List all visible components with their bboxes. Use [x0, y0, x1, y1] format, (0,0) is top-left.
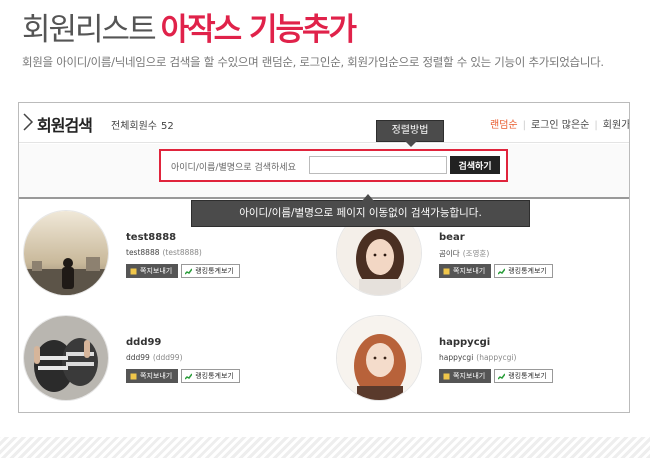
avatar[interactable] [23, 315, 109, 401]
page-description: 회원을 아이디/이름/닉네임으로 검색을 할 수있으며 랜덤순, 로그인순, 회… [22, 55, 604, 69]
member-id: 곰이다 (조영훈) [439, 248, 489, 259]
sort-login-link[interactable]: 로그인 많은순 [526, 120, 594, 131]
member-search-panel: 회원검색 전체회원수 52 랜덤순|로그인 많은순|회원가입순 아이디/이름/별명… [18, 102, 630, 413]
avatar[interactable] [336, 315, 422, 401]
search-input[interactable] [309, 156, 447, 174]
member-name[interactable]: ddd99 [126, 337, 161, 348]
search-area: 아이디/이름/별명으로 검색하세요 검색하기 [19, 144, 629, 199]
ranking-stats-label: 랭킹통계보기 [195, 372, 234, 380]
silhouette-city-photo [24, 211, 108, 295]
panel-header: 회원검색 전체회원수 52 랜덤순|로그인 많은순|회원가입순 [19, 103, 629, 143]
search-tooltip: 아이디/이름/별명으로 페이지 이동없이 검색가능합니다. [191, 194, 530, 227]
note-icon [443, 268, 450, 274]
search-label: 아이디/이름/별명으로 검색하세요 [171, 163, 296, 173]
member-name[interactable]: happycgi [439, 337, 490, 348]
member-card: ddd99 ddd99 (ddd99) 쪽지보내기 랭킹통계보기 [23, 315, 323, 412]
note-icon [130, 268, 137, 274]
sort-signup-link[interactable]: 회원가입순 [598, 120, 629, 131]
member-id: ddd99 (ddd99) [126, 353, 183, 362]
member-actions: 쪽지보내기 랭킹통계보기 [439, 264, 553, 278]
member-real-name: (test8888) [162, 248, 202, 257]
member-count-value: 52 [161, 121, 174, 132]
send-message-button[interactable]: 쪽지보내기 [126, 369, 179, 383]
search-tooltip-text: 아이디/이름/별명으로 페이지 이동없이 검색가능합니다. [239, 207, 482, 219]
chart-icon [498, 268, 506, 275]
ranking-stats-label: 랭킹통계보기 [508, 372, 547, 380]
ranking-stats-button[interactable]: 랭킹통계보기 [181, 264, 240, 278]
member-actions: 쪽지보내기 랭킹통계보기 [439, 369, 553, 383]
member-count: 전체회원수 52 [111, 117, 174, 132]
tooltip-pointer [362, 194, 374, 201]
chart-icon [185, 373, 193, 380]
member-id-value: happycgi [439, 353, 474, 362]
search-button[interactable]: 검색하기 [450, 156, 500, 174]
send-message-label: 쪽지보내기 [453, 372, 486, 380]
sort-random-link[interactable]: 랜덤순 [485, 120, 523, 131]
search-highlight-frame: 아이디/이름/별명으로 검색하세요 검색하기 [159, 149, 508, 182]
member-count-label: 전체회원수 [111, 121, 157, 132]
gloved-hands-photo [24, 316, 108, 400]
member-card: happycgi happycgi (happycgi) 쪽지보내기 랭킹통계보기 [336, 315, 629, 412]
sort-options: 랜덤순|로그인 많은순|회원가입순 [485, 116, 629, 131]
avatar[interactable] [23, 210, 109, 296]
note-icon [130, 373, 137, 379]
sort-method-tooltip-text: 정렬방법 [391, 125, 429, 136]
send-message-button[interactable]: 쪽지보내기 [439, 264, 492, 278]
member-id-value: test8888 [126, 248, 160, 257]
page-title: 회원리스트 아작스 기능추가 [22, 4, 357, 49]
ranking-stats-button[interactable]: 랭킹통계보기 [494, 264, 553, 278]
red-hair-woman-photo [337, 316, 421, 400]
note-icon [443, 373, 450, 379]
ranking-stats-label: 랭킹통계보기 [195, 267, 234, 275]
ranking-stats-button[interactable]: 랭킹통계보기 [181, 369, 240, 383]
member-id: test8888 (test8888) [126, 248, 202, 257]
member-name[interactable]: test8888 [126, 232, 176, 243]
member-id-value: ddd99 [126, 353, 150, 362]
chart-icon [185, 268, 193, 275]
panel-title: 회원검색 [37, 116, 93, 135]
page-title-plain: 회원리스트 [22, 12, 157, 48]
ranking-stats-button[interactable]: 랭킹통계보기 [494, 369, 553, 383]
send-message-label: 쪽지보내기 [140, 267, 173, 275]
member-actions: 쪽지보내기 랭킹통계보기 [126, 264, 240, 278]
member-name[interactable]: bear [439, 232, 465, 243]
chart-icon [498, 373, 506, 380]
send-message-button[interactable]: 쪽지보내기 [439, 369, 492, 383]
member-id-value: 곰이다 [439, 249, 460, 258]
member-list: test8888 test8888 (test8888) 쪽지보내기 랭킹통계보기 [19, 200, 629, 412]
tooltip-pointer [405, 141, 417, 147]
page-title-accent: 아작스 기능추가 [160, 12, 357, 48]
member-real-name: (happycgi) [476, 353, 517, 362]
decorative-divider [0, 437, 650, 458]
member-real-name: (ddd99) [152, 353, 183, 362]
send-message-button[interactable]: 쪽지보내기 [126, 264, 179, 278]
member-actions: 쪽지보내기 랭킹통계보기 [126, 369, 240, 383]
chevron-right-icon [23, 113, 34, 131]
member-id: happycgi (happycgi) [439, 353, 516, 362]
send-message-label: 쪽지보내기 [453, 267, 486, 275]
member-real-name: (조영훈) [462, 249, 490, 258]
sort-method-tooltip: 정렬방법 [376, 120, 444, 147]
send-message-label: 쪽지보내기 [140, 372, 173, 380]
ranking-stats-label: 랭킹통계보기 [508, 267, 547, 275]
